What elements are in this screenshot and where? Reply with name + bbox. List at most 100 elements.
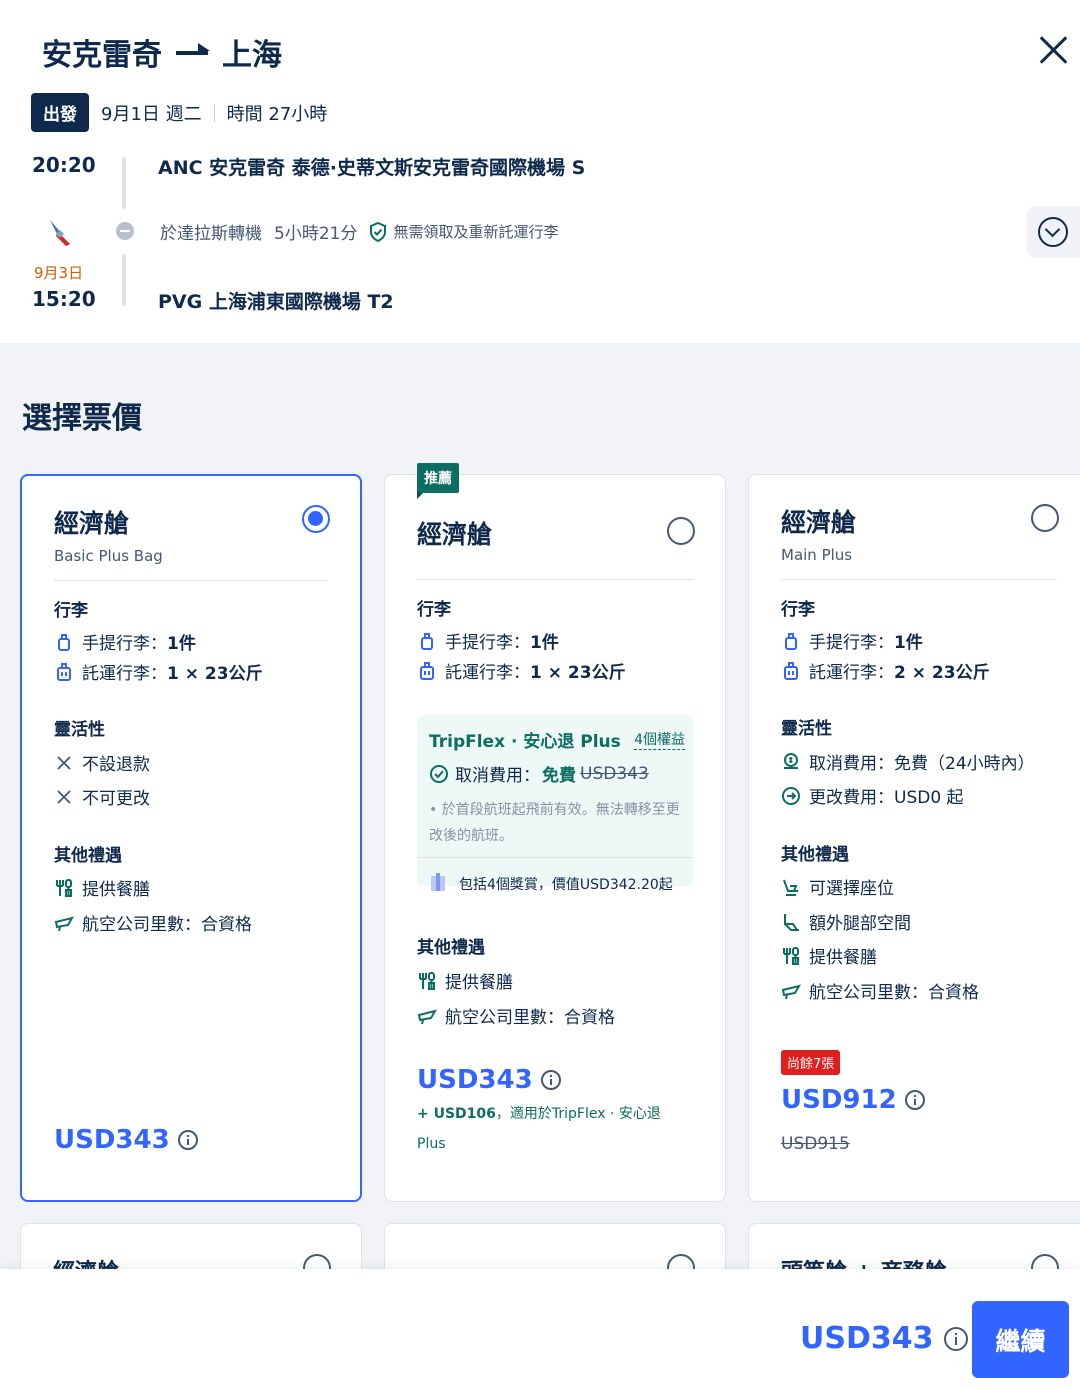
miles-icon [781,983,801,999]
baggage-title: 行李 [54,601,88,621]
fare-price: USD343 [54,1125,198,1155]
stopover-icon [116,222,134,240]
tripflex-box[interactable]: TripFlex · 安心退 Plus 4個權益 取消費用： 免費 USD343… [417,715,693,893]
cabin-class: 頭等艙 + 商務艙 [781,1254,947,1269]
carry-on-row: 手提行李： 1件 [781,628,1057,653]
price-value: USD343 [417,1065,533,1095]
perk-miles: 航空公司里數：合資格 [417,1003,693,1028]
info-icon[interactable] [177,1130,198,1150]
expand-details-button[interactable] [1027,206,1080,258]
arrival-date: 9月3日 [34,264,84,282]
old-price: USD915 [781,1134,850,1154]
cabin-class: 經濟艙 [781,508,857,537]
perk-text: 提供餐膳 [809,948,877,968]
fare-card-next[interactable]: 頭等艙 + 商務艙 [748,1223,1080,1269]
checked-bag-row: 託運行李： 1 × 23公斤 [417,658,693,683]
carry-on-value: 1件 [167,634,196,654]
cancel-value: 免費 [542,766,576,786]
fare-radio[interactable] [1031,1254,1059,1269]
checked-bag-value: 1 × 23公斤 [167,664,263,684]
perk-meal: 提供餐膳 [54,875,328,900]
perk-legroom: 額外腿部空間 [781,909,1057,934]
fare-card-tripflex[interactable]: 推薦 經濟艙 行李 手提行李： 1件 託運行李： 1 × 23公斤 TripFlex… [384,463,726,1202]
perk-seat: 可選擇座位 [781,874,1057,899]
change-text: 更改費用：USD0 起 [809,788,964,808]
refund-money-icon [784,752,798,769]
destination-city: 上海 [222,38,282,73]
chevron-down-icon [1038,217,1068,247]
carry-on-value: 1件 [530,633,559,653]
origin-city: 安克雷奇 [42,38,162,73]
checked-bag-label: 託運行李： [445,663,530,683]
perk-miles: 航空公司里數：合資格 [54,910,328,935]
carry-on-row: 手提行李： 1件 [417,628,693,653]
cancel-old-price: USD343 [580,763,649,784]
meal-icon [56,878,72,897]
carry-on-value: 1件 [894,633,923,653]
refund-text: 取消費用：免費（24小時內） [809,754,1035,774]
cancel-label: 取消費用： [455,766,540,786]
continue-button[interactable]: 繼續 [972,1301,1069,1378]
fare-selection: 選擇票價 經濟艙 Basic Plus Bag 行李 手提行李： 1件 託運行李：… [0,343,1080,1269]
checkout-bar: USD343 繼續 [0,1269,1080,1388]
refund-row: 取消費用：免費（24小時內） [781,749,1057,774]
fare-price: USD343 [417,1065,561,1095]
addon-text: Plus [417,1136,446,1152]
tripflex-note: • 於首段航班起飛前有效。無法轉移至更改後的航班。 [429,802,680,844]
baggage-transfer-note: 無需領取及重新託運行李 [393,223,559,241]
fare-radio[interactable] [667,517,695,545]
tripflex-title: TripFlex · 安心退 Plus [429,732,621,752]
miles-icon [54,915,74,931]
x-icon [57,755,71,770]
fare-radio[interactable] [1031,504,1059,532]
legroom-icon [784,913,799,931]
departure-badge: 出發 [31,93,89,132]
transfer-city: 於達拉斯轉機 [160,224,262,244]
price-value: USD343 [54,1125,170,1155]
airline-logo-icon [50,220,70,246]
close-icon[interactable] [1036,32,1072,68]
info-icon[interactable] [943,1326,968,1351]
info-icon[interactable] [540,1070,561,1090]
fare-radio[interactable] [667,1254,695,1269]
perks-title: 其他禮遇 [781,845,849,865]
trip-meta: 出發 9月1日 週二 時間 27小時 [31,93,327,132]
fare-card-basic-plus-bag[interactable]: 經濟艙 Basic Plus Bag 行李 手提行李： 1件 託運行李： 1 × 2… [20,474,362,1202]
gift-icon [431,873,445,891]
tripflex-cancel-row: 取消費用： 免費 USD343 [429,761,649,786]
tripflex-reward: 包括4個獎賞，價值USD342.20起 [417,857,693,909]
divider [417,579,693,580]
flight-summary: 安克雷奇 上海 出發 9月1日 週二 時間 27小時 20:20 ANC 安克雷… [0,0,1080,343]
fare-card-next[interactable]: 經濟艙 [20,1223,362,1269]
checked-bag-label: 託運行李： [82,664,167,684]
total-price-value: USD343 [800,1321,934,1356]
checked-bag-row: 託運行李： 1 × 23公斤 [54,659,328,684]
seat-icon [783,879,798,896]
fare-card-main-plus[interactable]: 經濟艙 Main Plus 行李 手提行李： 1件 託運行李： 2 × 23公斤 靈… [748,474,1080,1202]
change-icon [782,786,800,805]
transfer-info: 於達拉斯轉機 5小時21分 無需領取及重新託運行李 [160,219,558,244]
perk-text: 可選擇座位 [809,879,894,899]
divider [781,579,1057,580]
info-icon[interactable] [904,1090,925,1110]
change-row: 更改費用：USD0 起 [781,783,1057,808]
fare-radio[interactable] [302,505,330,533]
tripflex-rights-link[interactable]: 4個權益 [634,729,685,750]
divider [54,580,328,581]
fare-card-next[interactable] [384,1223,726,1269]
perk-miles: 航空公司里數：合資格 [781,978,1057,1003]
timeline-line [122,254,126,306]
carry-on-label: 手提行李： [809,633,894,653]
checked-bag-row: 託運行李： 2 × 23公斤 [781,658,1057,683]
transfer-duration: 5小時21分 [274,224,358,244]
checked-bag-icon [420,661,434,680]
cabin-class: 經濟艙 [417,520,493,549]
fare-radio[interactable] [303,1254,331,1269]
arrival-time: 15:20 [32,287,96,311]
addon-text: ，適用於TripFlex · 安心退 [495,1106,661,1122]
refund-row: 不設退款 [54,750,328,775]
perks-title: 其他禮遇 [54,846,122,866]
flexibility-title: 靈活性 [781,719,832,739]
price-value: USD912 [781,1085,897,1115]
fare-name: Basic Plus Bag [54,547,163,565]
